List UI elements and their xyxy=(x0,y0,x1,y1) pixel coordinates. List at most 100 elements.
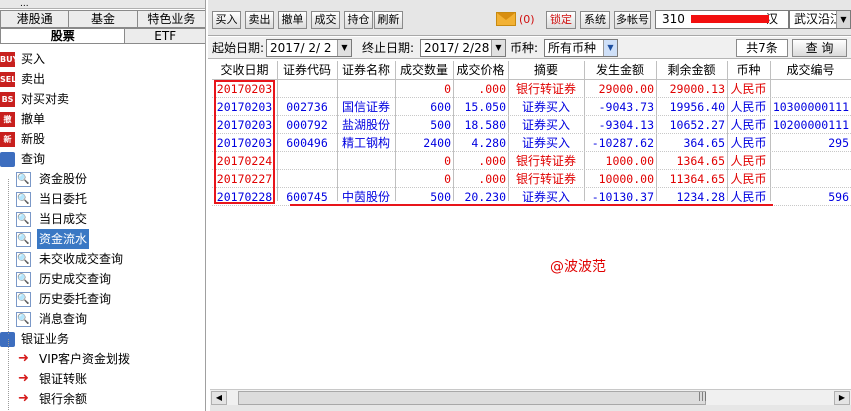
magnifier-icon: 🔍 xyxy=(16,232,31,247)
tree-item[interactable]: 🔍 消息查询 xyxy=(0,309,205,329)
account-suffix: 汉波 xyxy=(766,12,779,26)
left-nav-panel: ... 港股通 基金 特色业务 股票 ETF BUY 买入 SELL 卖出 BS 对买对卖… xyxy=(0,0,206,411)
column-header[interactable]: 成交价格 xyxy=(453,61,508,79)
chevron-down-icon[interactable]: ▼ xyxy=(337,40,351,56)
sell-button[interactable]: 卖出 xyxy=(245,11,274,29)
table-cell: 银行转证券 xyxy=(515,172,576,186)
tree-item[interactable]: ➜ 银证转账 xyxy=(0,369,205,389)
column-header[interactable]: 剩余金额 xyxy=(656,61,727,79)
arrow-right-icon: ➜ xyxy=(16,352,31,367)
table-cell: .000 xyxy=(478,172,506,186)
deal-button[interactable]: 成交 xyxy=(311,11,340,29)
tree-item-label: 撤单 xyxy=(21,112,46,126)
chevron-down-icon[interactable]: ▼ xyxy=(836,11,850,28)
scroll-right-icon[interactable]: ▶ xyxy=(834,391,850,405)
end-date-value: 2017/ 2/28 xyxy=(424,41,490,55)
column-header[interactable]: 证券名称 xyxy=(337,61,395,79)
start-date-label: 起始日期: xyxy=(212,41,265,55)
mail-icon[interactable] xyxy=(496,12,516,26)
table-cell: 证券买入 xyxy=(521,136,570,150)
tree-item-label: 银证转账 xyxy=(39,372,88,386)
table-cell xyxy=(770,152,851,170)
chevron-down-icon[interactable]: ▼ xyxy=(491,40,505,56)
tab-row-top: 港股通 基金 特色业务 xyxy=(0,10,205,28)
table-cell: 国信证券 xyxy=(341,100,390,114)
horizontal-scrollbar[interactable]: ◀ ||| ▶ xyxy=(210,389,851,405)
table-cell: 人民币 xyxy=(730,172,767,186)
cancel-button[interactable]: 撤单 xyxy=(278,11,307,29)
buy-button[interactable]: 买入 xyxy=(212,11,241,29)
tree-item[interactable]: 查询 xyxy=(0,149,205,169)
tree-item[interactable]: 🔍 资金流水 xyxy=(0,229,205,249)
tree-item[interactable]: 🔍 资金股份 xyxy=(0,169,205,189)
top-strip: ... xyxy=(0,0,205,9)
tab-stock[interactable]: 股票 xyxy=(0,28,126,44)
column-header[interactable]: 摘要 xyxy=(508,61,584,79)
table-cell: -9304.13 xyxy=(598,118,654,132)
tree-item[interactable]: 🔍 当日委托 xyxy=(0,189,205,209)
table-cell xyxy=(337,80,395,98)
tab-fund[interactable]: 基金 xyxy=(69,10,138,28)
tab-hk-connect[interactable]: 港股通 xyxy=(0,10,70,28)
query-button[interactable]: 查 询 xyxy=(792,39,847,57)
scroll-left-icon[interactable]: ◀ xyxy=(211,391,227,405)
tree-item[interactable]: 撤撤单 xyxy=(0,109,205,129)
tab-etf[interactable]: ETF xyxy=(125,28,205,44)
tree-item[interactable]: BS 对买对卖 xyxy=(0,89,205,109)
cancel-order-icon: 撤 xyxy=(0,112,15,127)
table-cell: 银行转证券 xyxy=(515,154,576,168)
table-cell xyxy=(277,152,337,170)
refresh-button[interactable]: 刷新 xyxy=(374,11,403,29)
tree-item[interactable]: BUY 买入 xyxy=(0,49,205,69)
column-header[interactable]: 发生金额 xyxy=(584,61,656,79)
position-button[interactable]: 持仓 xyxy=(344,11,373,29)
tree-item[interactable]: 新新股 xyxy=(0,129,205,149)
table-cell: .000 xyxy=(478,154,506,168)
table-cell xyxy=(337,152,395,170)
table-cell: 精工钢构 xyxy=(341,136,390,150)
fund-flow-table: 交收日期 证券代码 证券名称 成交数量 成交价格 摘要 发生金额 剩余金额 币种 成交编号 2017… xyxy=(212,61,851,388)
tree-item[interactable]: 银证业务 xyxy=(0,329,205,349)
tree-item[interactable]: 🔍 当日成交 xyxy=(0,209,205,229)
chevron-down-icon[interactable]: ▼ xyxy=(603,40,617,56)
tree-item-label: VIP客户资金划拨 xyxy=(39,352,130,366)
tree-item[interactable]: 🔍 历史委托查询 xyxy=(0,289,205,309)
tree-item[interactable]: 🔍 未交收成交查询 xyxy=(0,249,205,269)
record-count: 共7条 xyxy=(736,39,788,57)
column-header[interactable]: 币种 xyxy=(727,61,770,79)
branch-select[interactable]: 武汉沿江 ▼ xyxy=(789,10,851,29)
tree-item[interactable]: ➜ VIP客户资金划拨 xyxy=(0,349,205,369)
column-header[interactable]: 交收日期 xyxy=(212,61,277,79)
scroll-thumb[interactable] xyxy=(238,391,706,405)
tree-item[interactable]: ➜ 银行余额 xyxy=(0,389,205,409)
table-cell: 0 xyxy=(444,172,451,186)
magnifier-icon: 🔍 xyxy=(16,172,31,187)
table-row[interactable]: 20170203 600496 精工钢构 2400 4.280 证券买入 -10287.62… xyxy=(212,134,851,152)
table-row[interactable]: 20170203 002736 国信证券 600 15.050 证券买入 -9043.73 1… xyxy=(212,98,851,116)
tree-item[interactable]: 🔍 历史成交查询 xyxy=(0,269,205,289)
tree-item-label: 历史成交查询 xyxy=(39,272,112,286)
table-row[interactable]: 20170203 0.000 银行转证券 29000.00 29000.13 人民币 xyxy=(212,80,851,98)
column-header[interactable]: 证券代码 xyxy=(277,61,337,79)
table-cell: 500 xyxy=(430,118,451,132)
tree-item-label: 买入 xyxy=(21,52,46,66)
column-header[interactable]: 成交数量 xyxy=(395,61,453,79)
tab-special-business[interactable]: 特色业务 xyxy=(137,10,205,28)
table-row[interactable]: 20170203 000792 盐湖股份 500 18.580 证券买入 -9304.13 1… xyxy=(212,116,851,134)
lock-button[interactable]: 锁定 xyxy=(546,11,576,29)
table-cell: 18.580 xyxy=(464,118,506,132)
currency-select[interactable]: 所有币种 ▼ xyxy=(544,39,618,57)
tree-item-label: 资金股份 xyxy=(39,172,88,186)
table-row[interactable]: 20170224 0.000 银行转证券 1000.00 1364.65 人民币 xyxy=(212,152,851,170)
column-header[interactable]: 成交编号 xyxy=(770,61,851,79)
end-date-picker[interactable]: 2017/ 2/28 ▼ xyxy=(420,39,506,57)
table-cell: 600 xyxy=(430,100,451,114)
system-button[interactable]: 系统 xyxy=(580,11,610,29)
table-row[interactable]: 20170227 0.000 银行转证券 10000.00 11364.65 人民币 xyxy=(212,170,851,188)
mail-count: (0) xyxy=(519,13,535,26)
watermark: @波波范 xyxy=(550,259,606,275)
multi-account-button[interactable]: 多帐号 xyxy=(614,11,651,29)
table-cell xyxy=(770,170,851,188)
start-date-picker[interactable]: 2017/ 2/ 2 ▼ xyxy=(266,39,352,57)
tree-item[interactable]: SELL 卖出 xyxy=(0,69,205,89)
